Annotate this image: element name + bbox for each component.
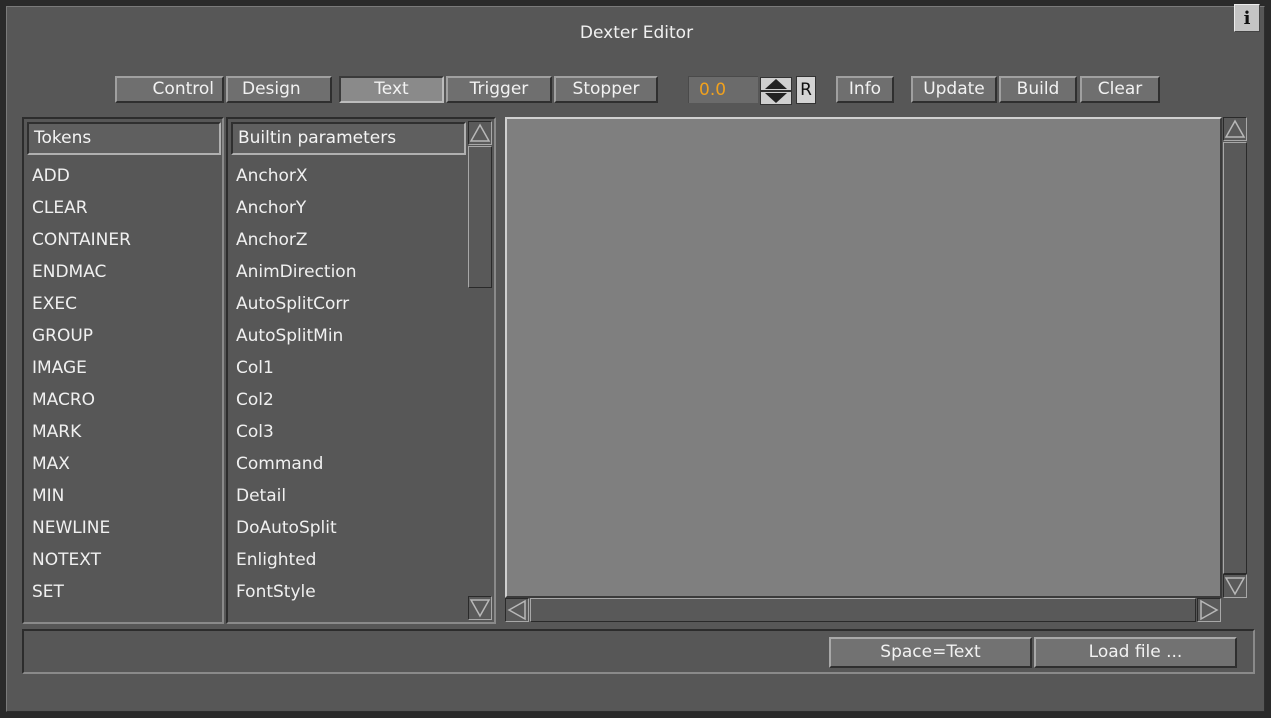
builtins-scrollbar[interactable] <box>466 119 494 622</box>
tokens-items: ADD CLEAR CONTAINER ENDMAC EXEC GROUP IM… <box>32 160 131 608</box>
tab-control[interactable]: Control <box>115 76 224 103</box>
scrollbar-thumb[interactable] <box>1223 142 1247 574</box>
list-item[interactable]: FontStyle <box>236 576 357 608</box>
list-item[interactable]: NOTEXT <box>32 544 131 576</box>
list-item[interactable]: ENDMAC <box>32 256 131 288</box>
arrow-left-icon[interactable] <box>505 598 529 622</box>
list-item[interactable]: DoAutoSplit <box>236 512 357 544</box>
arrow-right-icon[interactable] <box>1197 598 1221 622</box>
list-item[interactable]: MAX <box>32 448 131 480</box>
editor-vertical-scrollbar[interactable] <box>1222 117 1248 598</box>
list-item[interactable]: Enlighted <box>236 544 357 576</box>
arrow-up-icon[interactable] <box>1223 117 1247 141</box>
list-item[interactable]: Col3 <box>236 416 357 448</box>
list-item[interactable]: MIN <box>32 480 131 512</box>
tab-text[interactable]: Text <box>339 76 444 103</box>
list-item[interactable]: NEWLINE <box>32 512 131 544</box>
space-text-button[interactable]: Space=Text <box>829 637 1032 668</box>
build-button[interactable]: Build <box>999 76 1077 103</box>
list-item[interactable]: CLEAR <box>32 192 131 224</box>
list-item[interactable]: AnchorY <box>236 192 357 224</box>
builtins-header: Builtin parameters <box>231 122 466 155</box>
tab-trigger[interactable]: Trigger <box>446 76 552 103</box>
list-item[interactable]: GROUP <box>32 320 131 352</box>
tab-design[interactable]: Design <box>226 76 332 103</box>
list-item[interactable]: AnimDirection <box>236 256 357 288</box>
list-item[interactable]: Col2 <box>236 384 357 416</box>
builtins-items: AnchorX AnchorY AnchorZ AnimDirection Au… <box>236 160 357 608</box>
tokens-list[interactable]: Tokens ADD CLEAR CONTAINER ENDMAC EXEC G… <box>22 117 224 624</box>
info-icon[interactable]: i <box>1234 4 1260 32</box>
list-item[interactable]: AutoSplitMin <box>236 320 357 352</box>
list-item[interactable]: Col1 <box>236 352 357 384</box>
info-button[interactable]: Info <box>836 76 894 103</box>
arrow-down-icon[interactable] <box>1223 574 1247 598</box>
window-title: Dexter Editor <box>579 23 694 43</box>
list-item[interactable]: CONTAINER <box>32 224 131 256</box>
load-file-button[interactable]: Load file ... <box>1034 637 1237 668</box>
clear-button[interactable]: Clear <box>1080 76 1160 103</box>
list-item[interactable]: EXEC <box>32 288 131 320</box>
editor-horizontal-scrollbar[interactable] <box>505 598 1222 622</box>
list-item[interactable]: ADD <box>32 160 131 192</box>
list-item[interactable]: AnchorX <box>236 160 357 192</box>
list-item[interactable]: IMAGE <box>32 352 131 384</box>
list-item[interactable]: MACRO <box>32 384 131 416</box>
list-item[interactable]: AnchorZ <box>236 224 357 256</box>
scrollbar-thumb[interactable] <box>530 598 1196 622</box>
arrow-up-icon[interactable] <box>468 121 492 145</box>
list-item[interactable]: MARK <box>32 416 131 448</box>
arrow-up-icon[interactable] <box>760 77 792 91</box>
tab-stopper[interactable]: Stopper <box>554 76 658 103</box>
value-field[interactable]: 0.0 <box>688 76 758 103</box>
reset-button[interactable]: R <box>796 76 816 104</box>
list-item[interactable]: SET <box>32 576 131 608</box>
update-button[interactable]: Update <box>911 76 997 103</box>
list-item[interactable]: Detail <box>236 480 357 512</box>
scrollbar-thumb[interactable] <box>468 146 492 288</box>
list-item[interactable]: Command <box>236 448 357 480</box>
text-editor-area[interactable] <box>505 117 1222 598</box>
builtin-parameters-list[interactable]: Builtin parameters AnchorX AnchorY Ancho… <box>226 117 496 624</box>
tokens-header: Tokens <box>27 122 221 155</box>
arrow-down-icon[interactable] <box>468 596 492 620</box>
list-item[interactable]: AutoSplitCorr <box>236 288 357 320</box>
arrow-down-icon[interactable] <box>760 91 792 105</box>
